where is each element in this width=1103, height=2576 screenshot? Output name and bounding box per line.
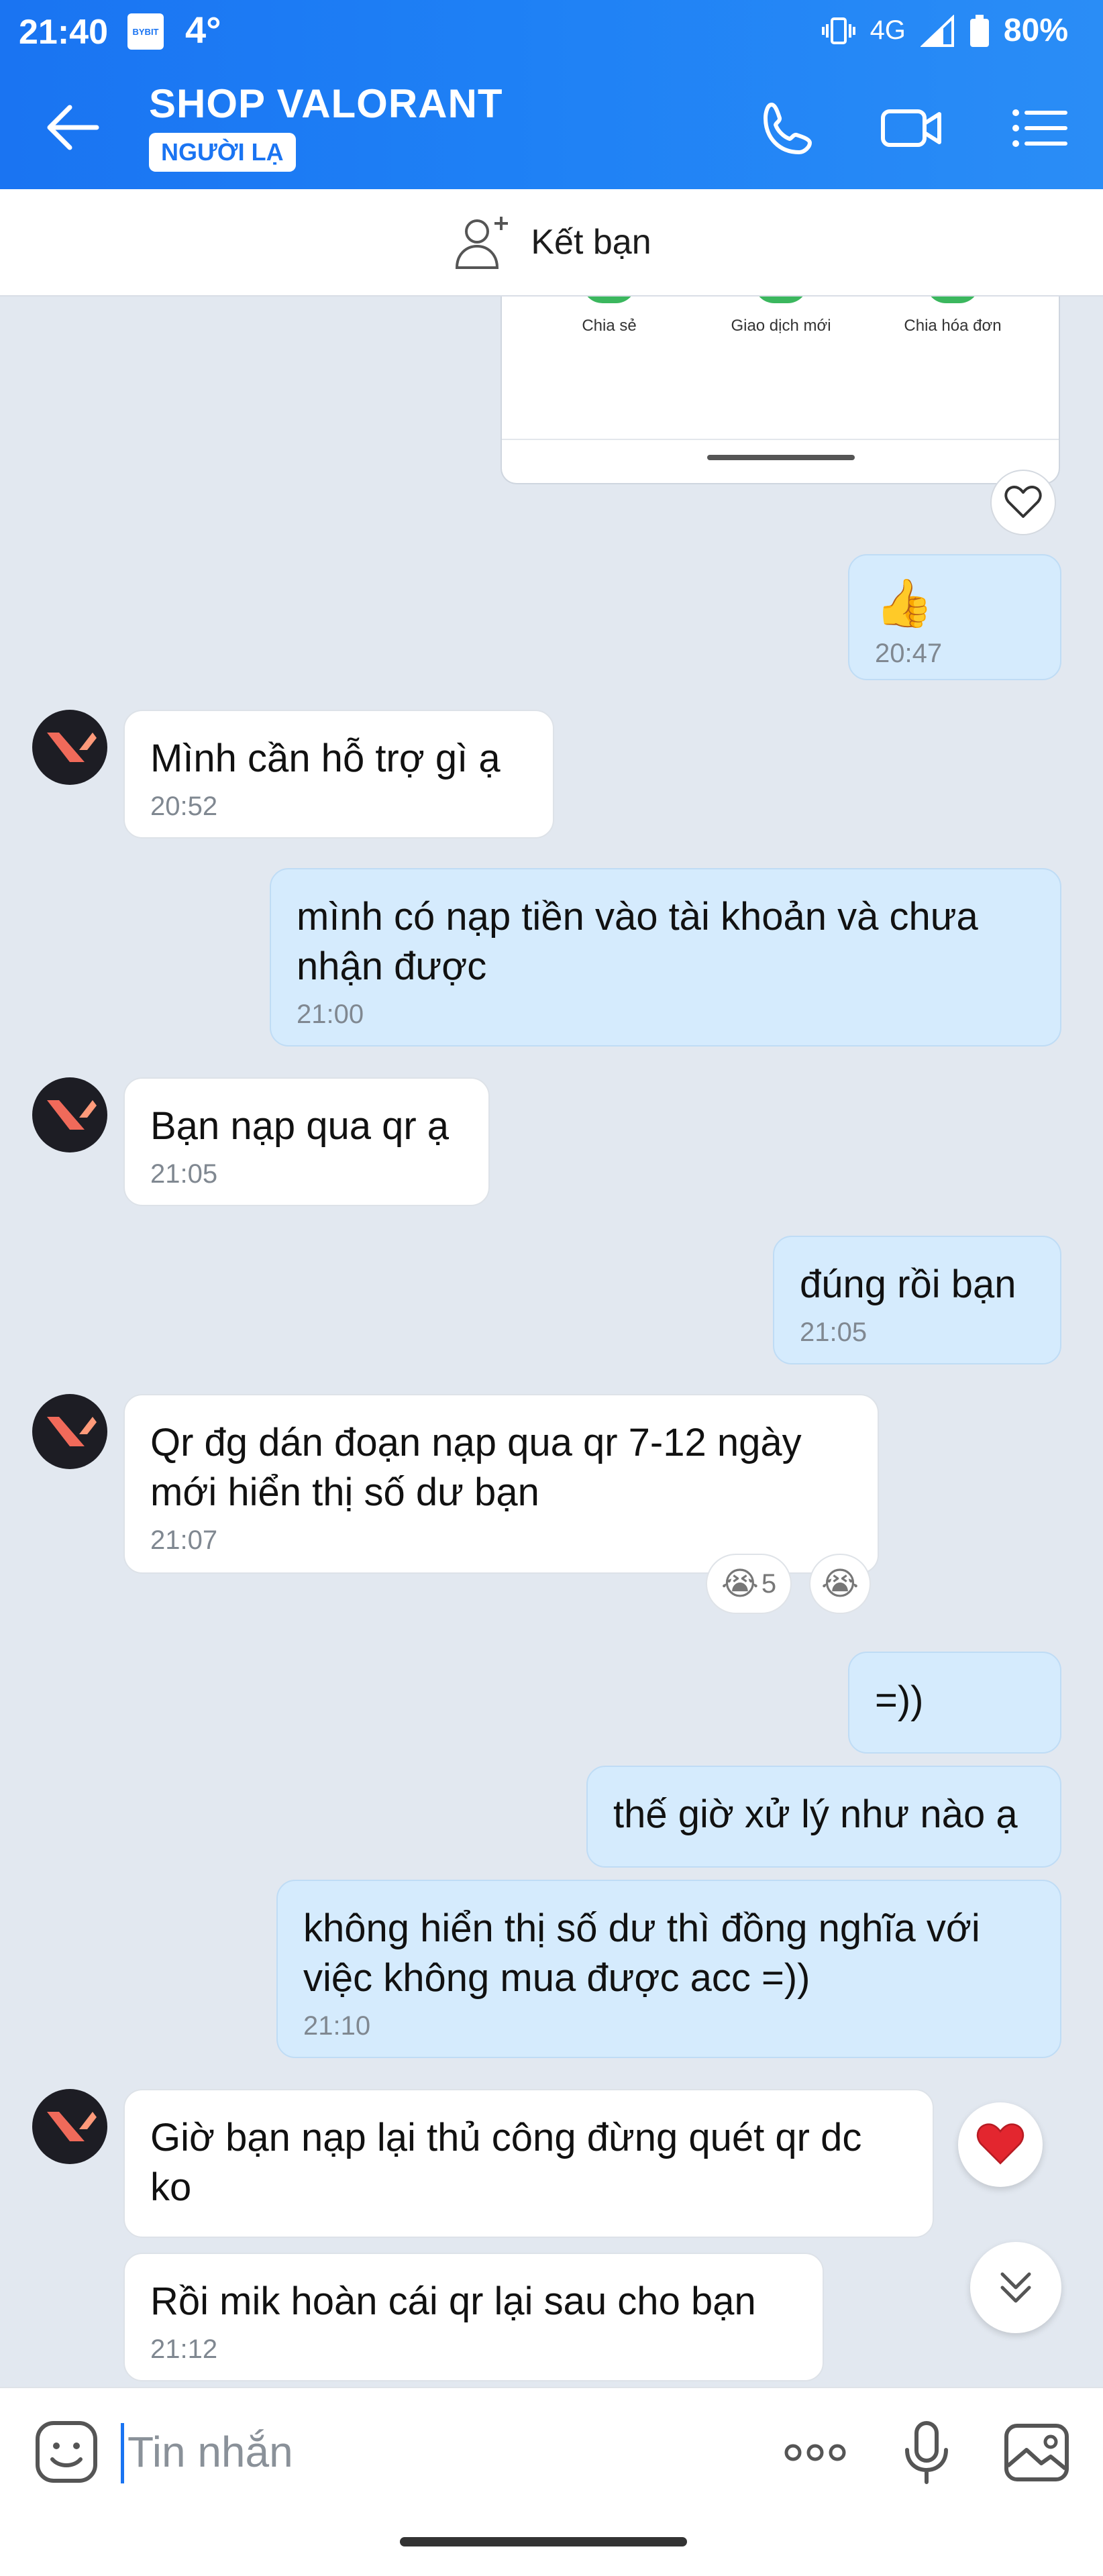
message-bubble-incoming[interactable]: Giờ bạn nạp lại thủ công đừng quét qr dc… — [123, 2089, 934, 2238]
message-time: 21:10 — [303, 2011, 371, 2041]
top-bar: 21:40 BYBIT 4° 4G 80% SHOP VALORANT NGƯỜ… — [0, 0, 1103, 189]
chat-title[interactable]: SHOP VALORANT — [149, 80, 503, 127]
message-bubble-outgoing[interactable]: thế giờ xử lý như nào ạ — [586, 1766, 1061, 1868]
avatar[interactable] — [32, 710, 107, 785]
message-text: Bạn nạp qua qr ạ — [150, 1104, 450, 1148]
message-time: 21:05 — [800, 1318, 868, 1347]
laughing-crying-icon: 😭 — [721, 1566, 759, 1602]
video-call-icon[interactable] — [878, 98, 945, 158]
react-heart-button[interactable] — [990, 470, 1056, 535]
image-gallery-icon[interactable] — [1000, 2419, 1073, 2486]
avatar[interactable] — [32, 2089, 107, 2164]
status-time: 21:40 — [19, 13, 108, 52]
thumbs-up-sticker: 👍 — [875, 577, 934, 629]
stranger-badge: NGƯỜI LẠ — [149, 133, 296, 172]
status-bar: 21:40 BYBIT 4° 4G 80% — [0, 0, 1103, 62]
message-text: Mình cần hỗ trợ gì ạ — [150, 737, 501, 780]
menu-list-icon[interactable] — [1006, 98, 1073, 158]
add-friend-icon — [456, 217, 509, 269]
split-bill-action-icon[interactable] — [926, 297, 980, 303]
message-time: 20:52 — [150, 792, 218, 821]
message-time: 21:05 — [150, 1159, 218, 1189]
message-bubble-incoming[interactable]: Bạn nạp qua qr ạ 21:05 — [123, 1077, 490, 1206]
network-type: 4G — [870, 15, 906, 45]
message-time: 21:07 — [150, 1525, 218, 1555]
add-reaction-button[interactable]: 😭 — [809, 1554, 871, 1614]
chat-area[interactable]: Chia sẻ Giao dịch mới Chia hóa đơn 👍 20:… — [0, 297, 1103, 2387]
back-arrow-icon[interactable] — [43, 101, 103, 154]
status-indicators: 4G 80% — [821, 12, 1068, 49]
new-transaction-action-icon[interactable] — [754, 297, 808, 303]
message-text: không hiển thị số dư thì đồng nghĩa với … — [303, 1907, 980, 2000]
shared-card[interactable]: Chia sẻ Giao dịch mới Chia hóa đơn — [501, 297, 1060, 484]
message-time: 21:12 — [150, 2334, 218, 2364]
battery-level: 80% — [1003, 13, 1068, 48]
message-input[interactable]: Tin nhắn — [127, 2427, 293, 2477]
phone-call-icon[interactable] — [753, 98, 820, 158]
home-indicator[interactable] — [400, 2537, 687, 2546]
message-bubble-incoming[interactable]: Mình cần hỗ trợ gì ạ 20:52 — [123, 710, 554, 839]
emoji-sticker-icon[interactable] — [30, 2419, 103, 2486]
message-text: đúng rồi bạn — [800, 1263, 1016, 1306]
add-friend-bar[interactable]: Kết bạn — [0, 189, 1103, 297]
valorant-logo-icon — [47, 733, 97, 762]
message-bubble-outgoing[interactable]: đúng rồi bạn 21:05 — [773, 1236, 1061, 1364]
add-friend-label: Kết bạn — [531, 223, 651, 262]
share-action-icon[interactable] — [582, 297, 636, 303]
message-text: =)) — [875, 1678, 924, 1722]
signal-icon — [920, 14, 954, 47]
message-text: thế giờ xử lý như nào ạ — [613, 1792, 1018, 1836]
message-bubble-outgoing[interactable]: mình có nạp tiền vào tài khoản và chưa n… — [270, 868, 1061, 1046]
share-action-label: Chia sẻ — [582, 317, 637, 335]
heart-outline-icon — [1004, 486, 1042, 518]
battery-icon — [969, 14, 989, 47]
heart-reaction-button[interactable] — [958, 2102, 1043, 2187]
message-bubble-outgoing[interactable]: 👍 20:47 — [848, 554, 1061, 680]
message-time: 20:47 — [875, 639, 943, 668]
message-bubble-incoming[interactable]: Rồi mik hoàn cái qr lại sau cho bạn 21:1… — [123, 2253, 824, 2381]
avatar[interactable] — [32, 1394, 107, 1469]
message-bubble-outgoing[interactable]: không hiển thị số dư thì đồng nghĩa với … — [276, 1880, 1061, 2058]
valorant-logo-icon — [47, 1417, 97, 1446]
vibrate-icon — [821, 17, 855, 44]
bybit-notification-icon: BYBIT — [127, 13, 164, 50]
message-text: mình có nạp tiền vào tài khoản và chưa n… — [297, 895, 978, 988]
weather-temperature: 4° — [185, 9, 221, 51]
reaction-count: 5 — [761, 1568, 777, 1599]
card-handle — [707, 455, 855, 460]
card-divider — [502, 439, 1059, 440]
new-transaction-action-label: Giao dịch mới — [731, 317, 831, 335]
avatar[interactable] — [32, 1077, 107, 1152]
double-chevron-down-icon — [1000, 2272, 1031, 2303]
laughing-crying-icon: 😭 — [821, 1566, 859, 1602]
message-text: Giờ bạn nạp lại thủ công đừng quét qr dc… — [150, 2116, 862, 2209]
reaction-summary[interactable]: 😭 5 — [706, 1554, 792, 1614]
microphone-icon[interactable] — [890, 2419, 963, 2486]
message-time: 21:00 — [297, 1000, 364, 1029]
message-text: Qr đg dán đoạn nạp qua qr 7-12 ngày mới … — [150, 1421, 802, 1514]
valorant-logo-icon — [47, 1100, 97, 1130]
text-caret — [121, 2423, 124, 2483]
message-bubble-incoming[interactable]: Qr đg dán đoạn nạp qua qr 7-12 ngày mới … — [123, 1394, 879, 1574]
message-text: Rồi mik hoàn cái qr lại sau cho bạn — [150, 2279, 756, 2323]
more-options-icon[interactable] — [778, 2419, 852, 2486]
message-bubble-outgoing[interactable]: =)) — [848, 1652, 1061, 1754]
scroll-to-bottom-button[interactable] — [970, 2242, 1061, 2333]
heart-icon — [976, 2123, 1025, 2165]
split-bill-action-label: Chia hóa đơn — [904, 317, 1002, 335]
valorant-logo-icon — [47, 2112, 97, 2141]
